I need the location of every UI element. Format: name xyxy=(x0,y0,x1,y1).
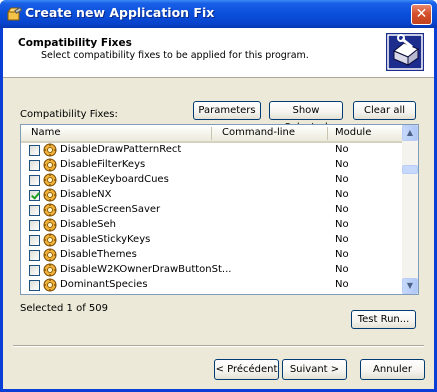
footer-divider xyxy=(13,345,424,347)
gear-icon xyxy=(43,173,57,187)
gear-icon xyxy=(43,143,57,157)
gear-icon xyxy=(43,263,57,277)
list-item[interactable]: DisableDrawPatternRect No xyxy=(21,143,402,158)
window-title: Create new Application Fix xyxy=(25,5,215,20)
fix-checkbox[interactable] xyxy=(29,235,40,246)
fix-module: No xyxy=(335,279,349,290)
fix-checkbox[interactable] xyxy=(29,175,40,186)
fix-checkbox[interactable] xyxy=(29,280,40,291)
fix-module: No xyxy=(335,219,349,230)
clear-all-button[interactable]: Clear all xyxy=(353,101,416,120)
title-bar[interactable]: Create new Application Fix ✕ xyxy=(0,0,437,28)
list-rows: DisableDrawPatternRect No DisableFilterKey… xyxy=(21,143,402,293)
column-command-line[interactable]: Command-line xyxy=(222,127,295,138)
cancel-button[interactable]: Annuler xyxy=(360,359,425,380)
gear-icon xyxy=(43,233,57,247)
page-title: Compatibility Fixes xyxy=(18,37,132,49)
chevron-down-icon: ▼ xyxy=(406,281,414,290)
show-selected-button[interactable]: Show Selected xyxy=(269,101,343,133)
list-header: Name Command-line Module xyxy=(21,125,402,143)
fix-name: DisableW2KOwnerDrawButtonSt... xyxy=(60,264,232,275)
fix-name: DisableScreenSaver xyxy=(60,204,161,215)
gear-icon xyxy=(43,158,57,172)
vertical-scrollbar[interactable]: ▲ ▼ xyxy=(402,125,418,294)
dialog-window: Create new Application Fix ✕ Compatibili… xyxy=(0,0,437,392)
test-run-button[interactable]: Test Run... xyxy=(351,310,416,329)
list-item[interactable]: DisableThemes No xyxy=(21,248,402,263)
wizard-header: Compatibility Fixes Select compatibility… xyxy=(3,28,434,78)
fixes-label: Compatibility Fixes: xyxy=(20,109,118,120)
fix-checkbox[interactable] xyxy=(29,220,40,231)
fix-name: DisableKeyboardCues xyxy=(60,174,169,185)
fix-module: No xyxy=(335,204,349,215)
fix-name: DisableFilterKeys xyxy=(60,159,146,170)
list-item[interactable]: DisableFilterKeys No xyxy=(21,158,402,173)
selection-status: Selected 1 of 509 xyxy=(20,303,108,314)
close-button[interactable]: ✕ xyxy=(411,4,432,25)
fix-name: DisableNX xyxy=(60,189,112,200)
fix-module: No xyxy=(335,189,349,200)
fix-module: No xyxy=(335,159,349,170)
fix-checkbox[interactable] xyxy=(29,145,40,156)
fix-checkbox[interactable] xyxy=(29,265,40,276)
fix-name: DominantSpecies xyxy=(60,279,148,290)
gear-icon xyxy=(43,188,57,202)
list-item[interactable]: DisableKeyboardCues No xyxy=(21,173,402,188)
wizard-tools-icon xyxy=(386,33,424,71)
column-divider[interactable] xyxy=(211,127,212,140)
gear-icon xyxy=(43,203,57,217)
chevron-up-icon: ▲ xyxy=(406,128,414,137)
compatibility-fixes-list[interactable]: Name Command-line Module DisableDrawPatt… xyxy=(20,124,419,295)
scroll-thumb[interactable] xyxy=(402,165,418,174)
list-item[interactable]: DisableScreenSaver No xyxy=(21,203,402,218)
next-button[interactable]: Suivant > xyxy=(282,359,347,380)
list-item[interactable]: DisableSeh No xyxy=(21,218,402,233)
fix-checkbox[interactable] xyxy=(29,250,40,261)
page-subtitle: Select compatibility fixes to be applied… xyxy=(41,50,309,61)
list-item[interactable]: DisableNX No xyxy=(21,188,402,203)
fix-module: No xyxy=(335,249,349,260)
gear-icon xyxy=(43,218,57,232)
gear-icon xyxy=(43,248,57,262)
fix-module: No xyxy=(335,234,349,245)
fix-checkbox[interactable] xyxy=(29,205,40,216)
list-item[interactable]: DominantSpecies No xyxy=(21,278,402,293)
fix-module: No xyxy=(335,174,349,185)
app-fix-icon xyxy=(7,6,22,21)
parameters-button[interactable]: Parameters xyxy=(193,101,261,120)
scroll-up-button[interactable]: ▲ xyxy=(402,125,418,141)
fix-name: DisableDrawPatternRect xyxy=(60,144,182,155)
fix-module: No xyxy=(335,144,349,155)
column-module[interactable]: Module xyxy=(335,127,371,138)
fix-name: DisableSeh xyxy=(60,219,116,230)
back-button[interactable]: < Précédent xyxy=(214,359,279,380)
scroll-down-button[interactable]: ▼ xyxy=(402,278,418,294)
fix-module: No xyxy=(335,264,349,275)
fix-checkbox[interactable] xyxy=(29,190,40,201)
column-name[interactable]: Name xyxy=(31,127,61,138)
fix-checkbox[interactable] xyxy=(29,160,40,171)
dialog-body: Compatibility Fixes Select compatibility… xyxy=(3,28,434,389)
fix-name: DisableStickyKeys xyxy=(60,234,151,245)
list-item[interactable]: DisableStickyKeys No xyxy=(21,233,402,248)
fix-name: DisableThemes xyxy=(60,249,137,260)
gear-icon xyxy=(43,278,57,292)
list-item[interactable]: DisableW2KOwnerDrawButtonSt... No xyxy=(21,263,402,278)
column-divider[interactable] xyxy=(327,127,328,140)
